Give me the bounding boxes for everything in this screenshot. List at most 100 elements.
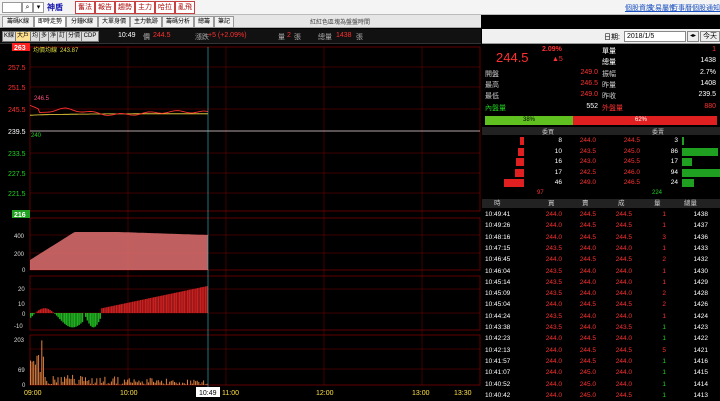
tab-main-force[interactable]: 主力軌跡	[130, 16, 162, 28]
tick-row[interactable]: 10:40:42 244.0 245.0 244.5 1 1413	[482, 390, 720, 401]
big-order-bar	[147, 379, 148, 385]
tick-row[interactable]: 10:45:04 244.0 244.5 244.5 2 1426	[482, 299, 720, 311]
tick-row[interactable]: 10:46:04 243.5 244.0 244.0 1 1430	[482, 266, 720, 278]
price-tick: 221.5	[8, 191, 26, 198]
date-input[interactable]: 2018/1/5	[624, 31, 686, 42]
cdp-button[interactable]: CDP	[81, 31, 99, 42]
link-calendar[interactable]: 行事曆	[671, 3, 692, 13]
tick-row[interactable]: 10:43:38 243.5 244.0 243.5 1 1423	[482, 322, 720, 334]
book-row[interactable]: 46 249.0 246.5 24	[482, 178, 720, 188]
price-tick: 233.5	[8, 151, 26, 158]
tick-buy: 244.0	[534, 254, 562, 266]
tick-total: 1421	[678, 345, 708, 357]
force-bar	[77, 313, 78, 326]
tick-row[interactable]: 10:40:52 244.0 245.0 244.0 1 1414	[482, 379, 720, 391]
tick-row[interactable]: 10:48:16 244.0 244.5 244.5 3 1436	[482, 232, 720, 244]
tick-row[interactable]: 10:47:15 243.5 244.0 244.0 1 1433	[482, 243, 720, 255]
tick-row[interactable]: 10:42:23 244.0 244.5 244.0 1 1422	[482, 333, 720, 345]
big-order-bar	[132, 383, 133, 385]
tick-time: 10:46:04	[485, 266, 510, 278]
tick-sell: 244.5	[568, 356, 596, 368]
big-order-bar	[82, 377, 83, 385]
open-value: 249.0	[562, 69, 598, 76]
tab-realtime[interactable]: 即時走勢	[34, 16, 66, 28]
stock-selector[interactable]	[2, 2, 22, 13]
big-order-bar	[90, 384, 91, 385]
tick-row[interactable]: 10:46:45 244.0 244.5 244.5 2 1432	[482, 254, 720, 266]
toolbar-button-1[interactable]: 奮法	[75, 1, 95, 14]
tick-row[interactable]: 10:49:41 244.0 244.5 244.5 1 1438	[482, 209, 720, 221]
force-bar	[101, 308, 102, 313]
tick-row[interactable]: 10:49:26 244.0 244.5 244.5 1 1437	[482, 220, 720, 232]
force-bar	[185, 291, 186, 314]
toolbar-button-2[interactable]: 報告	[95, 1, 115, 14]
tick-qty: 1	[646, 266, 666, 278]
date-picker-button[interactable]: ◂▸	[687, 31, 699, 42]
link-notify[interactable]: 個股通知	[692, 3, 720, 13]
force-bar	[37, 311, 38, 313]
toolbar-button-4[interactable]: 主力	[135, 1, 155, 14]
tick-row[interactable]: 10:45:14 243.5 244.0 244.0 1 1429	[482, 277, 720, 289]
book-row[interactable]: 16 243.0 245.5 17	[482, 157, 720, 167]
chevron-down-icon[interactable]: ▾	[33, 2, 44, 13]
force-bar	[189, 290, 190, 313]
toolbar-button-6[interactable]: 亂飛	[175, 1, 195, 14]
tab-notes[interactable]: 筆記	[214, 16, 234, 28]
tab-chip-kline[interactable]: 籌碼K線	[2, 16, 34, 28]
force-bar	[30, 313, 31, 318]
big-tick: 69	[18, 368, 25, 374]
force-bar	[158, 296, 159, 313]
force-bar	[129, 302, 130, 313]
big-holder-button[interactable]: 大戶	[15, 31, 31, 42]
force-bar	[100, 313, 101, 319]
price-dist-button[interactable]: 分價	[66, 31, 82, 42]
force-bars	[30, 286, 208, 327]
vol-tag-text: 216	[14, 212, 26, 219]
tick-sell: 244.5	[568, 299, 596, 311]
big-order-bar	[106, 384, 107, 385]
tab-big-order[interactable]: 大單身價	[98, 16, 130, 28]
force-tick: 10	[18, 302, 25, 308]
tick-qty: 1	[646, 390, 666, 401]
tick-row[interactable]: 10:45:09 243.5 244.0 244.0 2 1428	[482, 288, 720, 300]
big-order-bar	[187, 380, 188, 385]
tick-qty: 2	[646, 288, 666, 300]
intraday-chart[interactable]: 263 均價均線 243.87 257.5 251.5 245.5 239.5 …	[0, 43, 481, 401]
tick-sell: 245.0	[568, 379, 596, 391]
force-bar	[182, 291, 183, 313]
total-value: 1438	[336, 32, 352, 39]
tab-chip-analysis[interactable]: 籌碼分析	[162, 16, 194, 28]
tick-row[interactable]: 10:44:24 243.5 244.0 244.0 1 1424	[482, 311, 720, 323]
tab-summary[interactable]: 總籌	[194, 16, 214, 28]
big-order-bar	[195, 381, 196, 385]
tick-table[interactable]: 時 買 賣 成 量 總量 10:49:41 244.0 244.5 244.5 1 143…	[482, 199, 720, 401]
big-order-bar	[160, 382, 161, 385]
tick-price: 244.0	[604, 367, 632, 379]
tick-row[interactable]: 10:41:57 244.0 244.5 244.0 1 1416	[482, 356, 720, 368]
book-row[interactable]: 17 242.5 246.0 94	[482, 168, 720, 178]
cursor-time: 10:49	[118, 32, 136, 39]
tick-sell: 245.0	[568, 367, 596, 379]
search-icon[interactable]: ⌕	[22, 2, 33, 13]
big-order-bar	[129, 378, 130, 385]
toolbar-button-5[interactable]: 哈拉	[155, 1, 175, 14]
book-row[interactable]: 10 243.5 245.0 86	[482, 147, 720, 157]
big-order-bar	[61, 377, 62, 385]
sell-qty: 17	[648, 157, 678, 167]
force-bar	[92, 313, 93, 327]
tick-qty: 2	[646, 254, 666, 266]
force-bar	[53, 312, 54, 313]
force-bar	[143, 299, 144, 313]
toolbar-button-3[interactable]: 趨勢	[115, 1, 135, 14]
kline-button[interactable]: K線	[2, 31, 16, 42]
tick-row[interactable]: 10:42:13 244.0 244.5 244.5 5 1421	[482, 345, 720, 357]
tick-row[interactable]: 10:41:07 244.0 245.0 244.0 1 1415	[482, 367, 720, 379]
big-order-bar	[92, 378, 93, 385]
force-bar	[142, 300, 143, 313]
big-order-bar	[121, 385, 122, 386]
tick-qty: 1	[646, 277, 666, 289]
book-row[interactable]: 8 244.0 244.5 3	[482, 136, 720, 146]
today-button[interactable]: 今天	[700, 31, 720, 42]
tab-minute-kline[interactable]: 分鐘K線	[66, 16, 98, 28]
time-grid	[128, 47, 422, 385]
